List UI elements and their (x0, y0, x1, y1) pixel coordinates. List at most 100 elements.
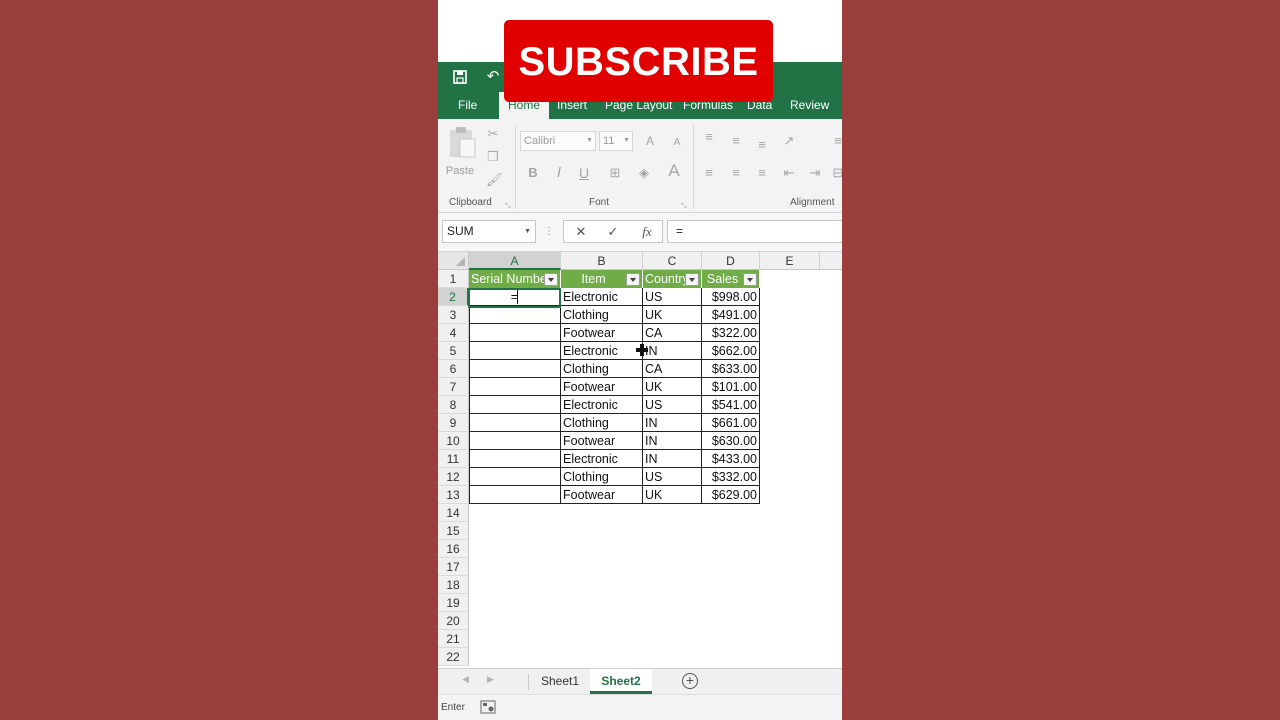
item-cell[interactable]: Electronic (561, 288, 643, 306)
macro-record-icon[interactable] (480, 700, 496, 719)
row-header[interactable]: 1 (438, 270, 469, 288)
item-cell[interactable]: Footwear (561, 486, 643, 504)
paste-label[interactable]: Paste (443, 163, 477, 179)
sales-cell[interactable]: $433.00 (702, 450, 760, 468)
row-header[interactable]: 20 (438, 612, 469, 630)
serial-number-cell[interactable] (469, 468, 561, 486)
serial-number-cell[interactable] (469, 360, 561, 378)
sales-cell[interactable]: $630.00 (702, 432, 760, 450)
name-box[interactable]: SUM ▼ (442, 220, 536, 243)
row-header[interactable]: 15 (438, 522, 469, 540)
shrink-font-icon[interactable]: A (670, 135, 684, 151)
item-cell[interactable]: Electronic (561, 396, 643, 414)
row-header[interactable]: 21 (438, 630, 469, 648)
row-header[interactable]: 16 (438, 540, 469, 558)
filter-dropdown-icon[interactable] (685, 273, 699, 286)
item-cell[interactable]: Clothing (561, 306, 643, 324)
item-cell[interactable]: Footwear (561, 378, 643, 396)
save-icon[interactable] (449, 66, 471, 88)
header-country[interactable]: Country (643, 270, 702, 288)
country-cell[interactable]: UK (643, 378, 702, 396)
fill-color-icon[interactable]: ◈ (636, 165, 652, 181)
wrap-text-icon[interactable]: ≡ (830, 133, 842, 149)
active-cell[interactable] (468, 288, 561, 308)
row-header[interactable]: 17 (438, 558, 469, 576)
filter-dropdown-icon[interactable] (743, 273, 757, 286)
country-cell[interactable]: CA (643, 360, 702, 378)
serial-number-cell[interactable] (469, 378, 561, 396)
column-header-b[interactable]: B (561, 252, 643, 270)
cut-icon[interactable]: ✂ (486, 126, 500, 142)
align-top-icon[interactable]: ≡ (701, 129, 717, 145)
item-cell[interactable]: Footwear (561, 324, 643, 342)
format-painter-icon[interactable]: 🖌 (486, 172, 503, 188)
country-cell[interactable]: US (643, 396, 702, 414)
serial-number-cell[interactable] (469, 414, 561, 432)
sales-cell[interactable]: $662.00 (702, 342, 760, 360)
orientation-icon[interactable]: ↗ (781, 133, 797, 149)
item-cell[interactable]: Electronic (561, 342, 643, 360)
grow-font-icon[interactable]: A (643, 133, 657, 149)
borders-icon[interactable]: ⊞ (607, 165, 623, 181)
column-header-f[interactable] (820, 252, 842, 270)
country-cell[interactable]: IN (643, 432, 702, 450)
row-header[interactable]: 6 (438, 360, 469, 378)
sales-cell[interactable]: $491.00 (702, 306, 760, 324)
merge-center-icon[interactable]: ⊟ (830, 165, 842, 181)
row-header[interactable]: 2 (438, 288, 469, 306)
align-bottom-icon[interactable]: ≡ (754, 137, 770, 153)
row-header[interactable]: 22 (438, 648, 469, 666)
row-header[interactable]: 10 (438, 432, 469, 450)
row-header[interactable]: 9 (438, 414, 469, 432)
align-center-icon[interactable]: ≡ (728, 165, 744, 181)
sales-cell[interactable]: $661.00 (702, 414, 760, 432)
country-cell[interactable]: US (643, 288, 702, 306)
align-left-icon[interactable]: ≡ (701, 165, 717, 181)
font-color-icon[interactable]: A (666, 162, 682, 179)
row-header[interactable]: 7 (438, 378, 469, 396)
row-header[interactable]: 19 (438, 594, 469, 612)
enter-icon[interactable]: ✓ (602, 221, 624, 242)
font-size-box[interactable]: 11 ▼ (599, 131, 633, 151)
item-cell[interactable]: Clothing (561, 468, 643, 486)
filter-dropdown-icon[interactable] (626, 273, 640, 286)
scroll-right-icon[interactable]: ▶ (487, 674, 494, 685)
paste-icon[interactable] (447, 125, 477, 159)
bold-icon[interactable]: B (526, 165, 540, 181)
country-cell[interactable]: IN (643, 450, 702, 468)
serial-number-cell[interactable] (469, 306, 561, 324)
filter-dropdown-icon[interactable] (544, 273, 558, 286)
country-cell[interactable]: UK (643, 486, 702, 504)
sales-cell[interactable]: $541.00 (702, 396, 760, 414)
more-options-icon[interactable]: ⋮ (544, 226, 554, 237)
tab-review[interactable]: Review (790, 92, 829, 119)
sales-cell[interactable]: $101.00 (702, 378, 760, 396)
serial-number-cell[interactable] (469, 450, 561, 468)
item-cell[interactable]: Footwear (561, 432, 643, 450)
align-right-icon[interactable]: ≡ (754, 165, 770, 181)
scroll-left-icon[interactable]: ◀ (462, 674, 469, 685)
sales-cell[interactable]: $633.00 (702, 360, 760, 378)
tab-file[interactable]: File (458, 92, 477, 119)
row-header[interactable]: 11 (438, 450, 469, 468)
decrease-indent-icon[interactable]: ⇤ (781, 165, 797, 181)
italic-icon[interactable]: I (552, 165, 566, 181)
sales-cell[interactable]: $629.00 (702, 486, 760, 504)
row-header[interactable]: 3 (438, 306, 469, 324)
row-header[interactable]: 8 (438, 396, 469, 414)
formula-input[interactable]: = (667, 220, 842, 243)
column-header-d[interactable]: D (702, 252, 760, 270)
row-header[interactable]: 12 (438, 468, 469, 486)
increase-indent-icon[interactable]: ⇥ (807, 165, 823, 181)
align-middle-icon[interactable]: ≡ (728, 133, 744, 149)
font-name-box[interactable]: Calibri ▼ (520, 131, 596, 151)
column-header-a[interactable]: A (469, 252, 561, 270)
header-serial-number[interactable]: Serial Number (469, 270, 561, 288)
row-header[interactable]: 14 (438, 504, 469, 522)
serial-number-cell[interactable] (469, 342, 561, 360)
row-header[interactable]: 18 (438, 576, 469, 594)
serial-number-cell[interactable] (469, 486, 561, 504)
country-cell[interactable]: IN (643, 342, 702, 360)
item-cell[interactable]: Clothing (561, 414, 643, 432)
select-all-button[interactable] (438, 252, 469, 270)
